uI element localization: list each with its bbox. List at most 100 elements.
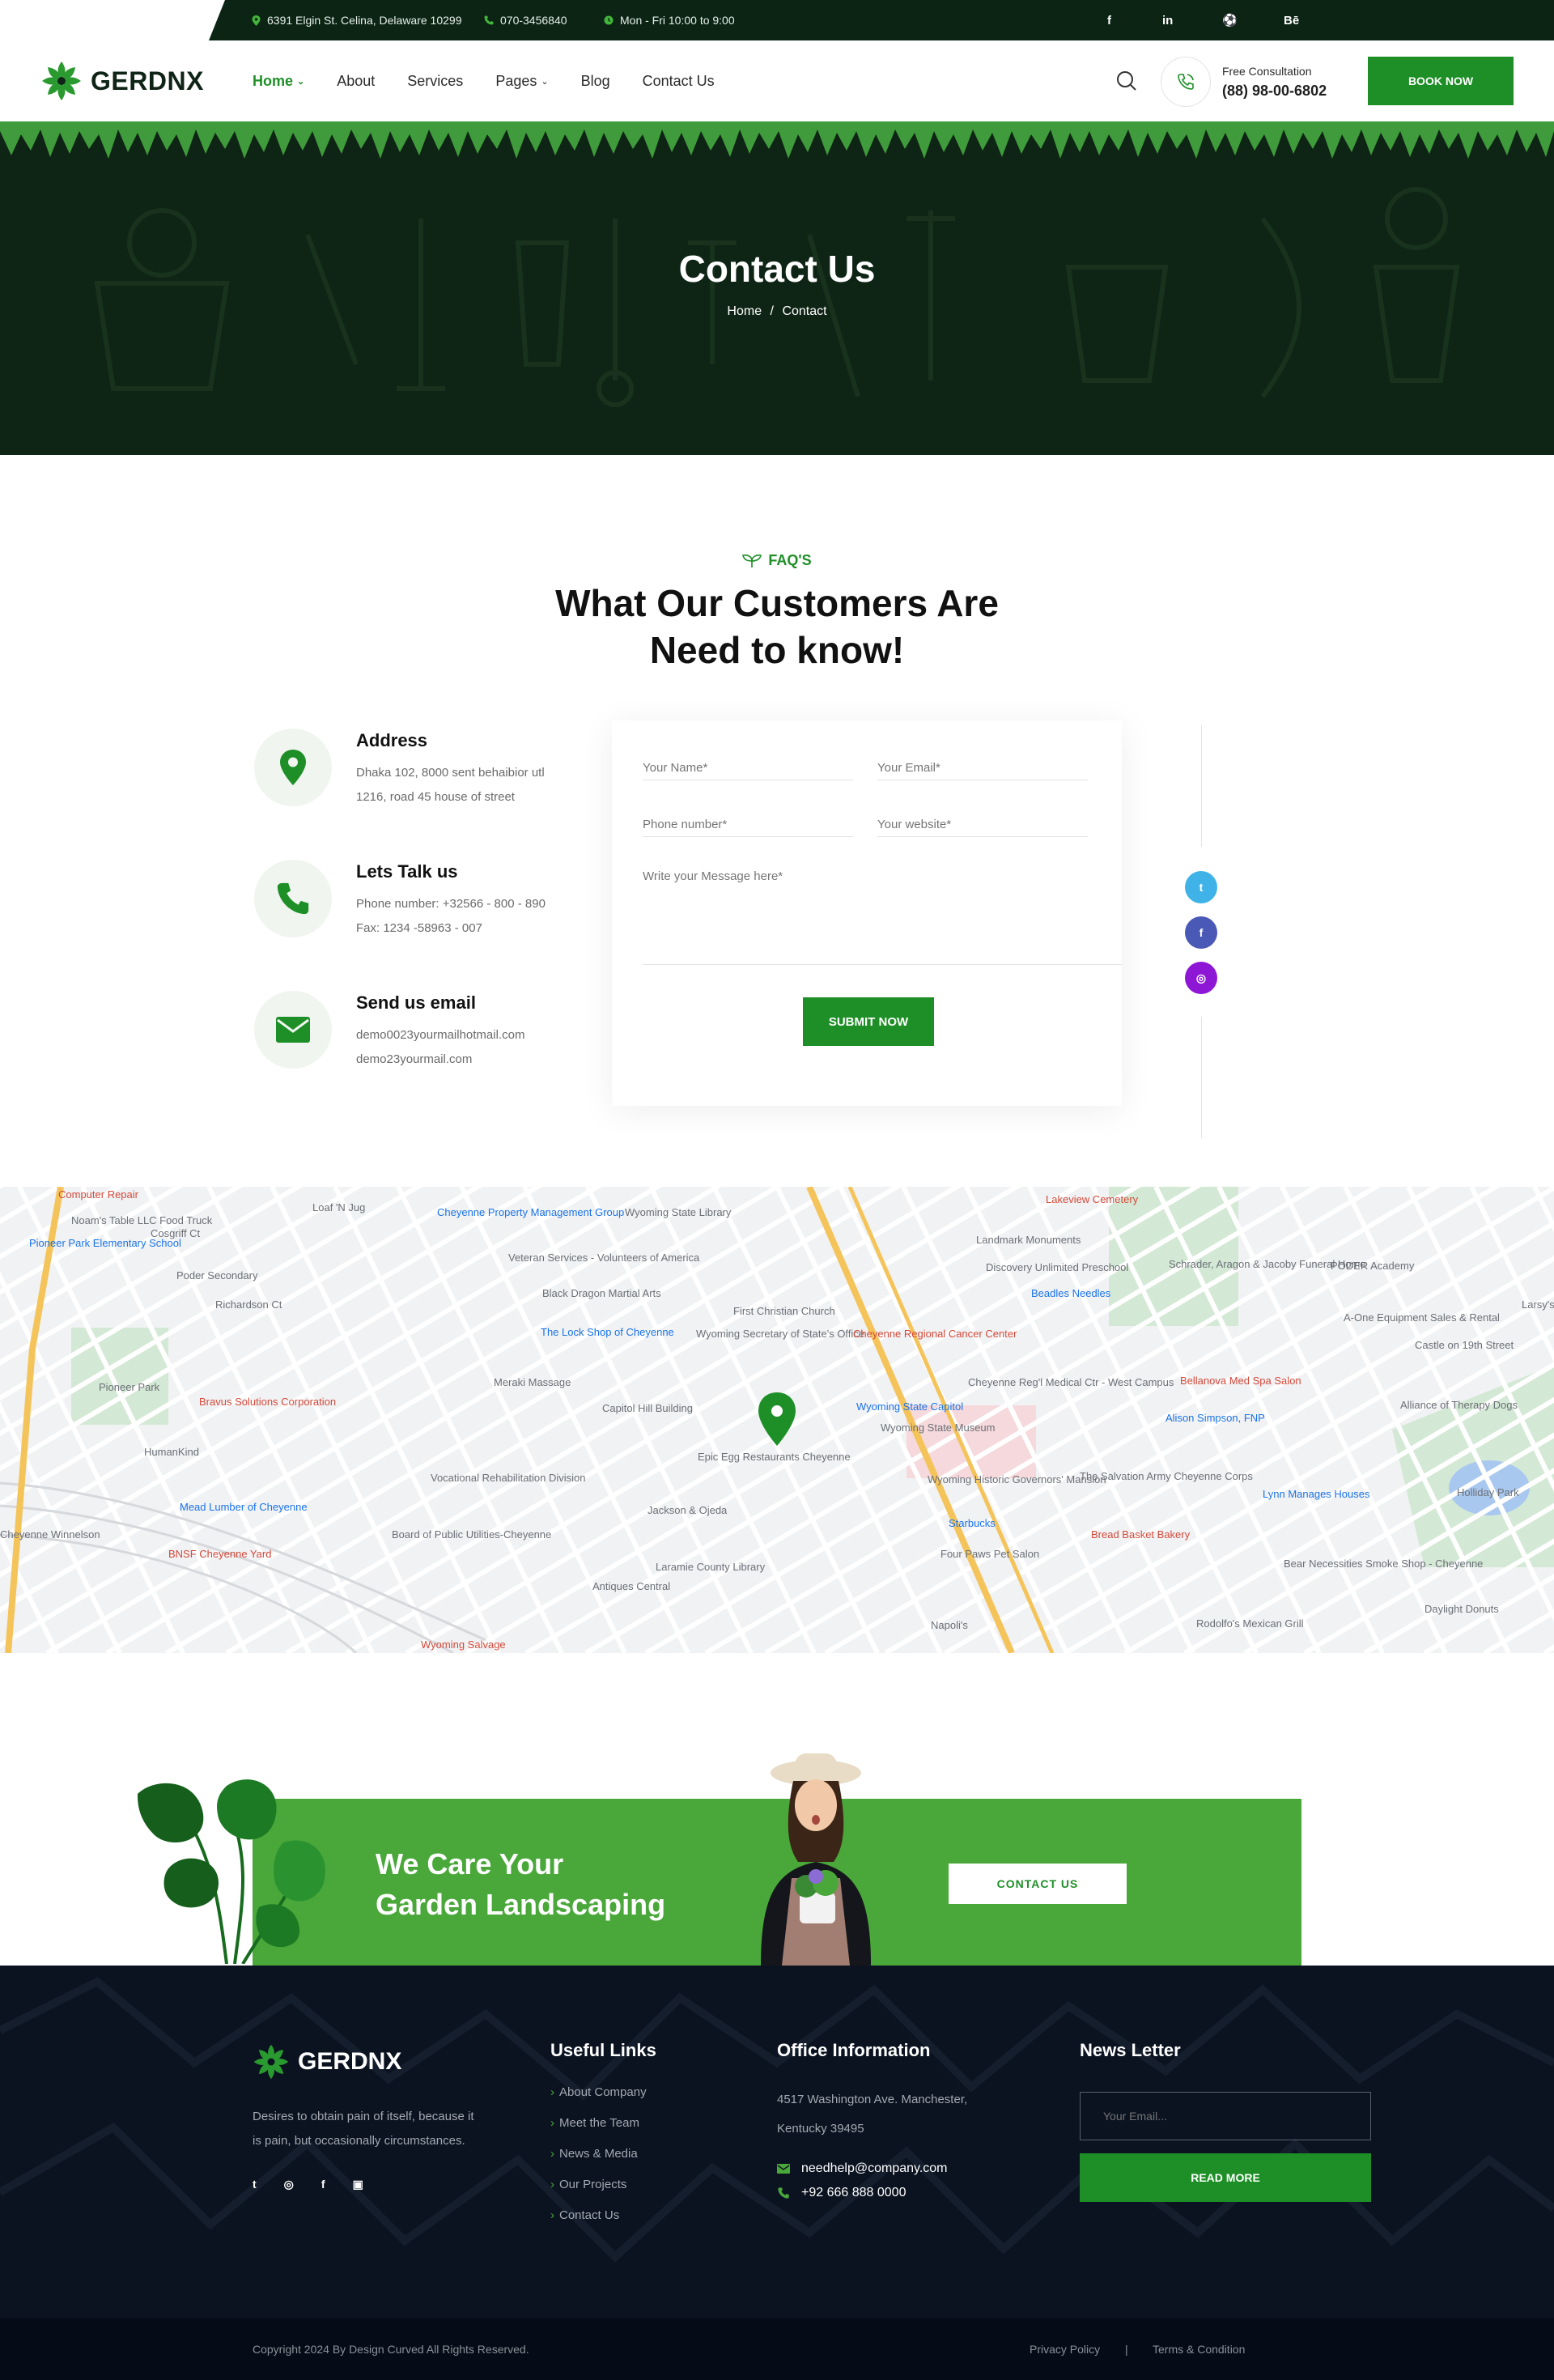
location-pin-icon <box>254 729 332 806</box>
map-place-label: Wyoming State Capitol <box>856 1400 963 1413</box>
footer-logo[interactable]: GERDNX <box>253 2043 487 2080</box>
contact-form: SUBMIT NOW <box>612 720 1122 1106</box>
office-email[interactable]: needhelp@company.com <box>777 2161 1020 2176</box>
footer-link-about[interactable]: › About Company <box>550 2085 712 2116</box>
behance-icon[interactable]: Bē <box>1284 0 1299 40</box>
cta-heading-line2: Garden Landscaping <box>376 1888 666 1921</box>
office-title: Office Information <box>777 2040 931 2060</box>
email-line1[interactable]: demo0023yourmailhotmail.com <box>356 1028 524 1042</box>
footer-link-contact[interactable]: › Contact Us <box>550 2208 712 2239</box>
office-phone-text: +92 666 888 0000 <box>801 2186 906 2199</box>
map-place-label: Wyoming Secretary of State's Office <box>696 1328 864 1340</box>
map-place-label: Poder Secondary <box>176 1269 258 1281</box>
nav-about[interactable]: About <box>337 73 375 90</box>
phone-field[interactable] <box>643 813 853 837</box>
map-location-marker-icon[interactable] <box>758 1392 796 1446</box>
footer-link-label: Our Projects <box>559 2178 627 2191</box>
submit-button[interactable]: SUBMIT NOW <box>803 997 934 1046</box>
facebook-icon[interactable]: f <box>321 2178 325 2191</box>
page-title: Contact Us <box>678 248 876 290</box>
copyright-text: Copyright 2024 By Design Curved All Righ… <box>253 2343 529 2356</box>
map-place-label: Bread Basket Bakery <box>1091 1528 1191 1541</box>
map-place-label: Jackson & Ojeda <box>648 1504 728 1516</box>
map-place-label: Larsy's <box>1522 1298 1554 1311</box>
brand-logo[interactable]: GERDNX <box>40 60 204 102</box>
facebook-icon[interactable]: f <box>1107 0 1111 40</box>
map-canvas[interactable]: Wyoming State LibraryCheyenne Property M… <box>0 1187 1554 1653</box>
message-field[interactable] <box>643 869 1122 965</box>
terms-link[interactable]: Terms & Condition <box>1153 2343 1245 2356</box>
top-hours-text: Mon - Fri 10:00 to 9:00 <box>620 14 735 27</box>
newsletter-email-input[interactable] <box>1080 2092 1371 2140</box>
free-consultation[interactable]: Free Consultation (88) 98-00-6802 <box>1161 57 1327 107</box>
map-place-label: HumanKind <box>144 1446 199 1458</box>
address-text: Dhaka 102, 8000 sent behaibior utl 1216, … <box>356 761 599 810</box>
website-field[interactable] <box>877 813 1088 837</box>
contact-phone: Lets Talk us Phone number: +32566 - 800 … <box>254 860 602 941</box>
linkedin-icon[interactable]: ▣ <box>353 2178 363 2191</box>
nav-contact[interactable]: Contact Us <box>643 73 715 90</box>
twitter-icon[interactable]: t <box>253 2178 257 2191</box>
privacy-policy-link[interactable]: Privacy Policy <box>1030 2343 1100 2356</box>
phone-line1: Phone number: +32566 - 800 - 890 <box>356 897 546 911</box>
map-place-label: Cheyenne Winnelson <box>0 1528 100 1541</box>
top-phone[interactable]: 070-3456840 <box>484 0 567 40</box>
email-text: demo0023yourmailhotmail.com demo23yourmai… <box>356 1023 599 1072</box>
divider-line <box>1201 1017 1202 1138</box>
phone-call-icon <box>1161 57 1211 107</box>
read-more-button[interactable]: READ MORE <box>1080 2153 1371 2202</box>
nav-blog[interactable]: Blog <box>581 73 610 90</box>
site-header: GERDNX Home ⌄ About Services Pages ⌄ Blog … <box>0 40 1554 121</box>
map-place-label: Landmark Monuments <box>976 1234 1081 1246</box>
location-map[interactable]: Wyoming State Library Cheyenne Property M… <box>0 1187 1554 1653</box>
search-icon[interactable] <box>1114 68 1140 94</box>
map-place-label: Antiques Central <box>592 1580 670 1592</box>
map-place-label: Four Paws Pet Salon <box>940 1548 1039 1560</box>
chevron-right-icon: › <box>550 2208 554 2222</box>
footer-link-projects[interactable]: › Our Projects <box>550 2178 712 2208</box>
section-heading-line2: Need to know! <box>649 629 905 671</box>
breadcrumb: Home / Contact <box>0 304 1554 319</box>
map-place-label: Holliday Park <box>1457 1486 1519 1498</box>
address-title: Address <box>356 730 428 750</box>
footer-separator: | <box>1125 2343 1128 2356</box>
top-bar: 6391 Elgin St. Celina, Delaware 10299 07… <box>0 0 1554 40</box>
nav-home[interactable]: Home ⌄ <box>253 73 304 90</box>
email-field[interactable] <box>877 756 1088 780</box>
map-place-label: Starbucks <box>949 1517 996 1529</box>
nav-pages[interactable]: Pages ⌄ <box>495 73 548 90</box>
map-place-label: Cheyenne Regional Cancer Center <box>853 1328 1017 1340</box>
contact-address: Address Dhaka 102, 8000 sent behaibior u… <box>254 729 602 810</box>
dribbble-icon[interactable]: ⚽ <box>1222 0 1238 40</box>
footer-link-team[interactable]: › Meet the Team <box>550 2116 712 2147</box>
map-place-label: Rodolfo's Mexican Grill <box>1196 1617 1304 1630</box>
instagram-icon[interactable]: ◎ <box>284 2178 294 2191</box>
consult-label: Free Consultation <box>1222 64 1312 78</box>
top-address: 6391 Elgin St. Celina, Delaware 10299 <box>251 0 462 40</box>
office-phone[interactable]: +92 666 888 0000 <box>777 2186 1020 2200</box>
nav-services[interactable]: Services <box>407 73 463 90</box>
office-address-line2: Kentucky 39495 <box>777 2122 864 2136</box>
phone-icon <box>778 2187 789 2199</box>
email-line2[interactable]: demo23yourmail.com <box>356 1052 472 1066</box>
facebook-icon[interactable]: f <box>1185 916 1217 949</box>
footer-useful-links: Useful Links › About Company › Meet the Te… <box>550 2040 712 2239</box>
nav-pages-label: Pages <box>495 72 537 89</box>
phone-icon <box>254 860 332 937</box>
name-field[interactable] <box>643 756 853 780</box>
footer-link-label: About Company <box>559 2085 647 2099</box>
book-now-button[interactable]: BOOK NOW <box>1368 57 1514 105</box>
breadcrumb-home[interactable]: Home <box>727 304 762 318</box>
twitter-icon[interactable]: t <box>1185 871 1217 903</box>
footer-newsletter: News Letter READ MORE <box>1080 2040 1371 2234</box>
map-place-label: Cheyenne Property Management Group <box>437 1206 624 1218</box>
linkedin-icon[interactable]: in <box>1162 0 1173 40</box>
map-place-label: Epic Egg Restaurants Cheyenne <box>698 1451 851 1463</box>
map-place-label: Laramie County Library <box>656 1561 766 1573</box>
envelope-icon <box>777 2164 790 2174</box>
contact-us-button[interactable]: CONTACT US <box>949 1864 1127 1904</box>
useful-links-list: › About Company › Meet the Team › News & Me… <box>550 2085 712 2239</box>
footer-link-news[interactable]: › News & Media <box>550 2147 712 2178</box>
office-email-text: needhelp@company.com <box>801 2161 948 2175</box>
instagram-icon[interactable]: ◎ <box>1185 962 1217 994</box>
